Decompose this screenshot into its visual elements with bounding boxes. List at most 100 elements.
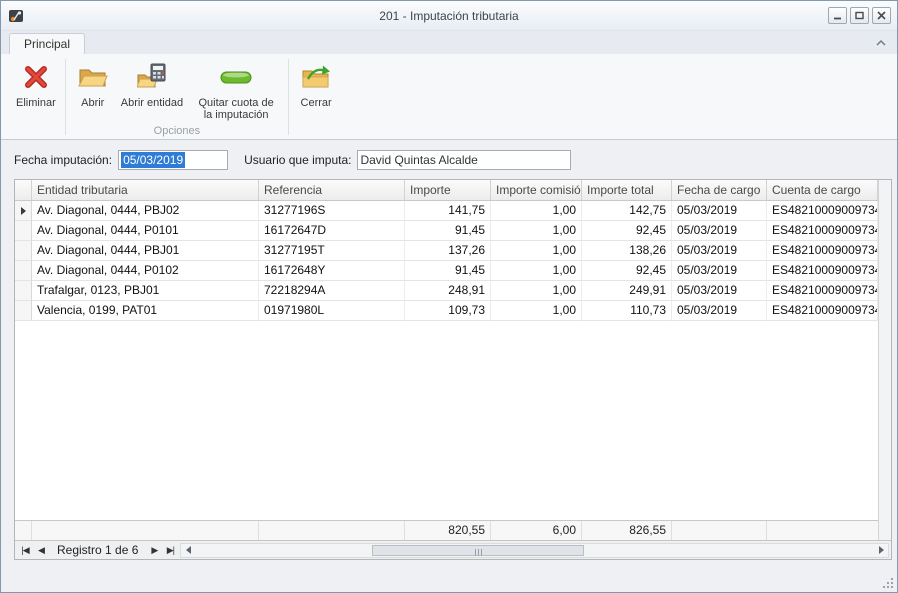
usuario-imputa-label: Usuario que imputa: (244, 153, 351, 167)
cell-importe: 141,75 (405, 201, 491, 221)
next-record-button[interactable]: ▶ (146, 542, 162, 558)
grid-header: Entidad tributaria Referencia Importe Im… (15, 180, 878, 201)
horizontal-scrollbar[interactable] (180, 543, 889, 558)
cell-importe: 109,73 (405, 301, 491, 321)
open-entity-icon (137, 60, 167, 94)
open-folder-icon (78, 60, 108, 94)
cell-importe-total: 249,91 (582, 281, 672, 301)
cell-importe-total: 92,45 (582, 261, 672, 281)
table-row[interactable]: Av. Diagonal, 0444, PBJ01 31277195T 137,… (15, 241, 878, 261)
previous-record-button[interactable]: ◀ (33, 542, 49, 558)
fecha-imputacion-input[interactable]: 05/03/2019 (118, 150, 228, 170)
maximize-icon (855, 11, 864, 20)
row-indicator (15, 261, 32, 281)
cell-cuenta-cargo: ES482100090097345 (767, 301, 878, 321)
summary-importe: 820,55 (405, 521, 491, 540)
grid-empty-area (15, 321, 878, 520)
tab-principal[interactable]: Principal (9, 33, 85, 54)
cell-importe-comision: 1,00 (491, 261, 582, 281)
usuario-imputa-input[interactable]: David Quintas Alcalde (357, 150, 571, 170)
close-button[interactable] (872, 7, 891, 24)
table-row[interactable]: Av. Diagonal, 0444, P0102 16172648Y 91,4… (15, 261, 878, 281)
cell-importe-total: 92,45 (582, 221, 672, 241)
ribbon-tab-row: Principal (1, 31, 897, 54)
cerrar-button[interactable]: Cerrar (293, 57, 339, 109)
cell-importe: 137,26 (405, 241, 491, 261)
record-navigator: |◀ ◀ Registro 1 de 6 ▶ ▶| (15, 540, 891, 559)
cell-fecha-cargo: 05/03/2019 (672, 261, 767, 281)
cell-cuenta-cargo: ES482100090097345 (767, 281, 878, 301)
table-row[interactable]: Av. Diagonal, 0444, P0101 16172647D 91,4… (15, 221, 878, 241)
current-row-arrow-icon (21, 207, 26, 215)
chevron-up-icon (876, 40, 886, 46)
vertical-scrollbar[interactable] (878, 180, 891, 540)
cell-referencia: 16172648Y (259, 261, 405, 281)
cell-importe-comision: 1,00 (491, 241, 582, 261)
cell-importe: 248,91 (405, 281, 491, 301)
abrir-entidad-button[interactable]: Abrir entidad (116, 57, 188, 109)
cell-referencia: 72218294A (259, 281, 405, 301)
table-row[interactable]: Trafalgar, 0123, PBJ01 72218294A 248,91 … (15, 281, 878, 301)
window-title: 201 - Imputación tributaria (1, 9, 897, 23)
first-record-button[interactable]: |◀ (17, 542, 33, 558)
col-header-entidad[interactable]: Entidad tributaria (32, 180, 259, 200)
table-row[interactable]: Av. Diagonal, 0444, PBJ02 31277196S 141,… (15, 201, 878, 221)
ribbon-collapse-button[interactable] (873, 36, 889, 50)
titlebar: 201 - Imputación tributaria (1, 1, 897, 31)
remove-quota-icon (220, 60, 252, 94)
record-count-label: Registro 1 de 6 (57, 543, 138, 557)
close-icon (877, 11, 886, 20)
usuario-text: David Quintas Alcalde (360, 153, 477, 167)
cell-importe-comision: 1,00 (491, 301, 582, 321)
col-header-importe-total[interactable]: Importe total (582, 180, 672, 200)
scroll-left-arrow-icon[interactable] (181, 544, 195, 557)
horizontal-scrollbar-thumb[interactable] (372, 545, 584, 556)
minimize-icon (833, 11, 842, 20)
cell-importe-comision: 1,00 (491, 221, 582, 241)
cell-referencia: 16172647D (259, 221, 405, 241)
ribbon-group-opciones: Abrir (68, 55, 286, 139)
col-header-referencia[interactable]: Referencia (259, 180, 405, 200)
cell-entidad: Valencia, 0199, PAT01 (32, 301, 259, 321)
eliminar-button[interactable]: Eliminar (11, 57, 61, 109)
cell-referencia: 31277196S (259, 201, 405, 221)
cell-cuenta-cargo: ES482100090097345 (767, 261, 878, 281)
cell-importe-total: 110,73 (582, 301, 672, 321)
col-header-importe[interactable]: Importe (405, 180, 491, 200)
cell-fecha-cargo: 05/03/2019 (672, 281, 767, 301)
summary-importe-total: 826,55 (582, 521, 672, 540)
group-caption-opciones: Opciones (68, 124, 286, 139)
cell-importe: 91,45 (405, 261, 491, 281)
summary-importe-comision: 6,00 (491, 521, 582, 540)
last-record-button[interactable]: ▶| (162, 542, 178, 558)
cell-fecha-cargo: 05/03/2019 (672, 201, 767, 221)
scroll-right-arrow-icon[interactable] (874, 544, 888, 557)
ribbon: Eliminar Abrir (1, 54, 897, 140)
cell-importe-total: 142,75 (582, 201, 672, 221)
cell-fecha-cargo: 05/03/2019 (672, 241, 767, 261)
col-header-fecha-cargo[interactable]: Fecha de cargo (672, 180, 767, 200)
cell-cuenta-cargo: ES482100090097345 (767, 201, 878, 221)
col-header-importe-comision[interactable]: Importe comisión (491, 180, 582, 200)
minimize-button[interactable] (828, 7, 847, 24)
cell-entidad: Av. Diagonal, 0444, P0102 (32, 261, 259, 281)
cell-entidad: Av. Diagonal, 0444, PBJ02 (32, 201, 259, 221)
indicator-header-cell (15, 180, 32, 200)
cell-importe-comision: 1,00 (491, 281, 582, 301)
cell-fecha-cargo: 05/03/2019 (672, 221, 767, 241)
app-icon (7, 7, 25, 25)
abrir-button[interactable]: Abrir (70, 57, 116, 109)
quitar-cuota-button[interactable]: Quitar cuota de la imputación (188, 57, 284, 121)
ribbon-group-close: Cerrar (291, 55, 341, 139)
cell-importe: 91,45 (405, 221, 491, 241)
maximize-button[interactable] (850, 7, 869, 24)
fecha-selected-text: 05/03/2019 (121, 152, 185, 168)
cell-entidad: Av. Diagonal, 0444, PBJ01 (32, 241, 259, 261)
fecha-imputacion-label: Fecha imputación: (14, 153, 112, 167)
col-header-cuenta-cargo[interactable]: Cuenta de cargo (767, 180, 878, 200)
cell-cuenta-cargo: ES482100090097345 (767, 241, 878, 261)
row-indicator (15, 221, 32, 241)
table-row[interactable]: Valencia, 0199, PAT01 01971980L 109,73 1… (15, 301, 878, 321)
resize-grip[interactable] (881, 576, 893, 588)
close-folder-icon (301, 60, 331, 94)
